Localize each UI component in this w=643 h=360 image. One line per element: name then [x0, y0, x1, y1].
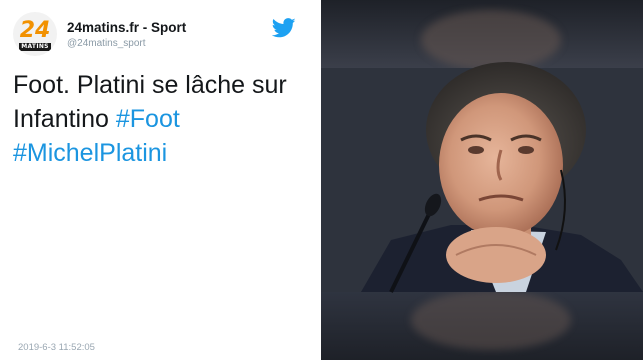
hashtag-michelplatini[interactable]: #MichelPlatini — [13, 139, 167, 167]
avatar-word: MATINS — [19, 42, 51, 51]
tweet-card: 24 MATINS 24matins.fr - Sport @24matins_… — [0, 0, 321, 360]
account-name[interactable]: 24matins.fr - Sport — [67, 20, 186, 35]
tweet-text: Foot. Platini se lâche sur Infantino #Fo… — [13, 68, 313, 170]
tweet-media[interactable] — [321, 0, 643, 360]
tweet-timestamp: 2019-6-3 11:52:05 — [18, 342, 95, 353]
avatar-number: 24 — [19, 17, 51, 43]
account-handle[interactable]: @24matins_sport — [67, 38, 146, 49]
press-conference-photo — [321, 0, 643, 360]
hashtag-foot[interactable]: #Foot — [116, 105, 180, 133]
account-avatar[interactable]: 24 MATINS — [13, 12, 57, 56]
twitter-bird-icon[interactable] — [272, 18, 296, 38]
